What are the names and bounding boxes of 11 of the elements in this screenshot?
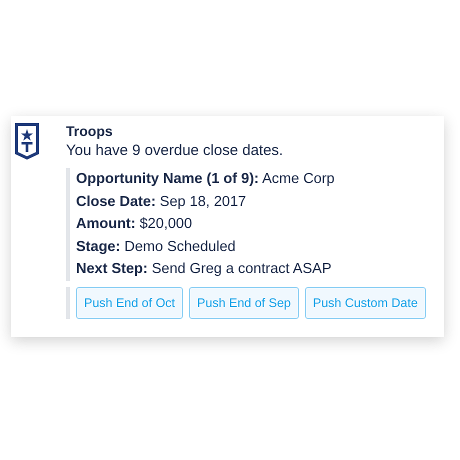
field-line: Amount: $20,000 [76,215,194,234]
field-line: Close Date: Sep 18, 2017 [76,192,248,212]
field-line: Stage: Demo Scheduled [76,238,237,256]
push-button[interactable]: Push End of Sep [189,286,299,318]
field-line: Opportunity Name (1 of 9): Acme Corp [76,170,336,189]
push-button[interactable]: Push End of Oct [76,286,184,318]
sender-name: Troops [66,122,114,140]
message-text: You have 9 overdue close dates. [66,141,284,161]
shield-star-icon [15,123,39,160]
push-button[interactable]: Push Custom Date [304,286,426,318]
field-line: Next Step: Send Greg a contract ASAP [76,260,332,279]
